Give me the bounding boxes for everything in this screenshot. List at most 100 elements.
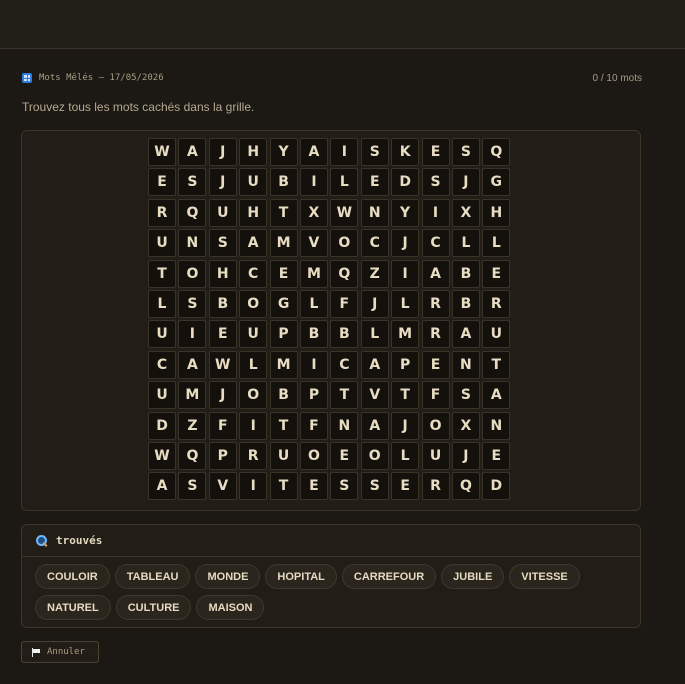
grid-cell[interactable]: S <box>360 138 389 166</box>
grid-cell[interactable]: A <box>299 138 328 166</box>
grid-cell[interactable]: F <box>208 411 237 440</box>
grid-cell[interactable]: I <box>299 350 328 379</box>
grid-cell[interactable]: I <box>330 138 359 166</box>
grid-cell[interactable]: U <box>148 229 176 258</box>
grid-cell[interactable]: N <box>330 411 359 440</box>
grid-cell[interactable]: Y <box>269 138 298 166</box>
grid-cell[interactable]: X <box>299 198 328 227</box>
grid-cell[interactable]: A <box>360 411 389 440</box>
grid-cell[interactable]: J <box>451 441 480 470</box>
grid-cell[interactable]: C <box>239 259 268 288</box>
grid-cell[interactable]: F <box>421 381 450 410</box>
grid-cell[interactable]: I <box>239 411 268 440</box>
grid-cell[interactable]: L <box>482 229 511 258</box>
grid-cell[interactable]: Q <box>482 138 511 166</box>
grid-cell[interactable]: L <box>239 350 268 379</box>
grid-cell[interactable]: I <box>421 198 450 227</box>
grid-cell[interactable]: A <box>239 229 268 258</box>
cancel-button[interactable]: Annuler <box>21 641 99 663</box>
grid-cell[interactable]: X <box>451 411 480 440</box>
grid-cell[interactable]: E <box>421 350 450 379</box>
grid-cell[interactable]: K <box>391 138 420 166</box>
grid-cell[interactable]: W <box>208 350 237 379</box>
grid-cell[interactable]: J <box>391 411 420 440</box>
grid-cell[interactable]: R <box>482 289 511 318</box>
grid-cell[interactable]: Z <box>360 259 389 288</box>
grid-cell[interactable]: B <box>269 381 298 410</box>
grid-cell[interactable]: U <box>148 381 176 410</box>
grid-cell[interactable]: H <box>239 138 268 166</box>
grid-cell[interactable]: D <box>482 472 511 501</box>
grid-cell[interactable]: L <box>330 168 359 197</box>
grid-cell[interactable]: S <box>208 229 237 258</box>
grid-cell[interactable]: T <box>269 198 298 227</box>
grid-cell[interactable]: S <box>451 138 480 166</box>
grid-cell[interactable]: L <box>451 229 480 258</box>
grid-cell[interactable]: H <box>208 259 237 288</box>
grid-cell[interactable]: C <box>330 350 359 379</box>
grid-cell[interactable]: M <box>269 350 298 379</box>
grid-cell[interactable]: A <box>178 350 207 379</box>
grid-cell[interactable]: R <box>239 441 268 470</box>
grid-cell[interactable]: L <box>391 441 420 470</box>
grid-cell[interactable]: A <box>482 381 511 410</box>
grid-cell[interactable]: E <box>391 472 420 501</box>
grid-cell[interactable]: L <box>360 320 389 349</box>
grid-cell[interactable]: P <box>391 350 420 379</box>
grid-cell[interactable]: B <box>269 168 298 197</box>
grid-cell[interactable]: V <box>360 381 389 410</box>
grid-cell[interactable]: T <box>330 381 359 410</box>
grid-cell[interactable]: V <box>208 472 237 501</box>
grid-cell[interactable]: O <box>239 289 268 318</box>
grid-cell[interactable]: U <box>208 198 237 227</box>
grid-cell[interactable]: T <box>269 411 298 440</box>
grid-cell[interactable]: J <box>360 289 389 318</box>
grid-cell[interactable]: C <box>148 350 176 379</box>
grid-cell[interactable]: C <box>421 229 450 258</box>
grid-cell[interactable]: L <box>391 289 420 318</box>
grid-cell[interactable]: U <box>239 168 268 197</box>
grid-cell[interactable]: E <box>482 259 511 288</box>
grid-cell[interactable]: H <box>482 198 511 227</box>
grid-cell[interactable]: U <box>269 441 298 470</box>
grid-cell[interactable]: Q <box>178 441 207 470</box>
grid-cell[interactable]: D <box>391 168 420 197</box>
grid-cell[interactable]: L <box>148 289 176 318</box>
grid-cell[interactable]: J <box>208 381 237 410</box>
grid-cell[interactable]: B <box>330 320 359 349</box>
grid-cell[interactable]: B <box>451 259 480 288</box>
grid-cell[interactable]: W <box>330 198 359 227</box>
grid-cell[interactable]: Q <box>178 198 207 227</box>
grid-cell[interactable]: H <box>239 198 268 227</box>
grid-cell[interactable]: F <box>330 289 359 318</box>
grid-cell[interactable]: S <box>178 168 207 197</box>
grid-cell[interactable]: S <box>330 472 359 501</box>
grid-cell[interactable]: P <box>269 320 298 349</box>
grid-cell[interactable]: Q <box>330 259 359 288</box>
grid-cell[interactable]: E <box>482 441 511 470</box>
grid-cell[interactable]: W <box>148 138 176 166</box>
grid-cell[interactable]: M <box>299 259 328 288</box>
grid-cell[interactable]: A <box>360 350 389 379</box>
grid-cell[interactable]: N <box>451 350 480 379</box>
grid-cell[interactable]: S <box>178 472 207 501</box>
grid-cell[interactable]: R <box>421 320 450 349</box>
grid-cell[interactable]: E <box>269 259 298 288</box>
grid-cell[interactable]: U <box>239 320 268 349</box>
grid-cell[interactable]: E <box>299 472 328 501</box>
grid-cell[interactable]: E <box>421 138 450 166</box>
grid-cell[interactable]: A <box>148 472 176 501</box>
grid-cell[interactable]: S <box>451 381 480 410</box>
grid-cell[interactable]: O <box>299 441 328 470</box>
grid-cell[interactable]: S <box>178 289 207 318</box>
grid-cell[interactable]: Z <box>178 411 207 440</box>
grid-cell[interactable]: L <box>299 289 328 318</box>
grid-cell[interactable]: E <box>208 320 237 349</box>
grid-cell[interactable]: R <box>421 472 450 501</box>
grid-cell[interactable]: F <box>299 411 328 440</box>
grid-cell[interactable]: I <box>299 168 328 197</box>
grid-cell[interactable]: J <box>451 168 480 197</box>
grid-cell[interactable]: X <box>451 198 480 227</box>
grid-cell[interactable]: A <box>178 138 207 166</box>
grid-cell[interactable]: M <box>391 320 420 349</box>
